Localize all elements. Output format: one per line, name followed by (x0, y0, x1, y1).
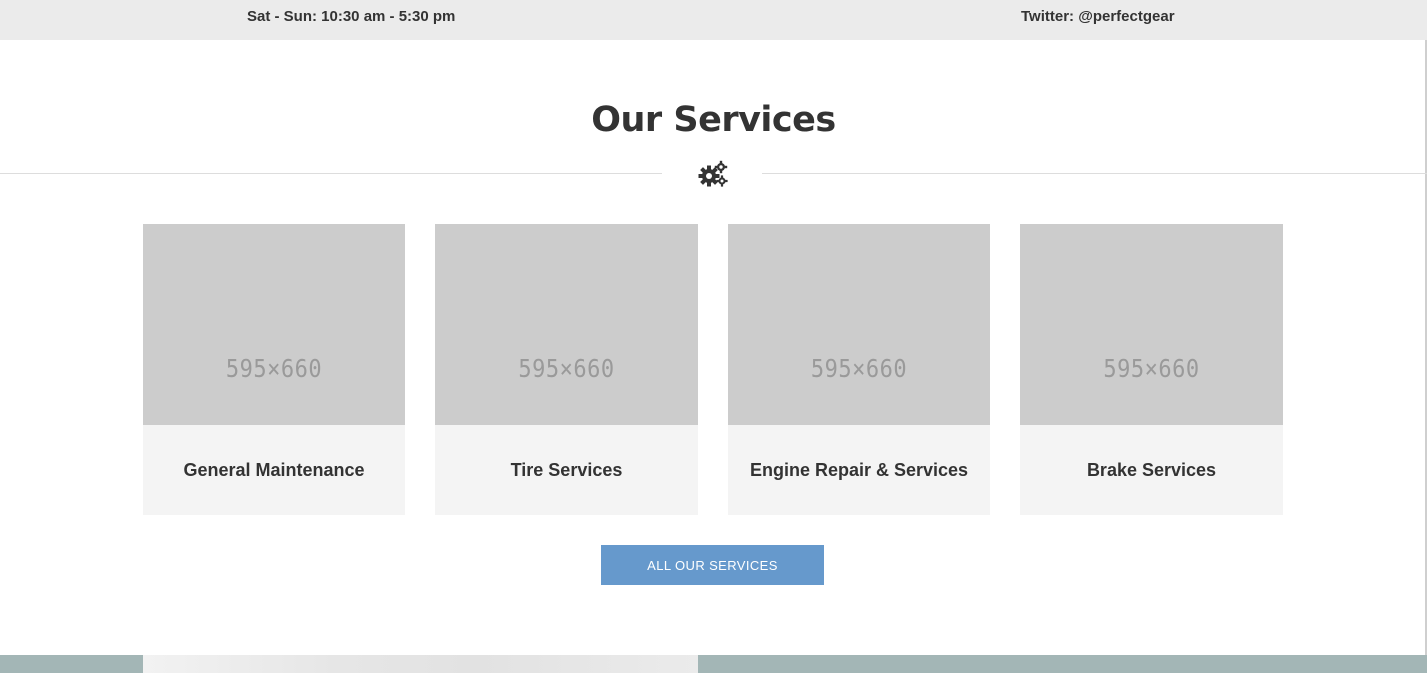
next-section-image (143, 655, 698, 673)
section-title: Our Services (591, 100, 836, 140)
all-services-button[interactable]: ALL OUR SERVICES (601, 545, 824, 585)
service-card-tire-services[interactable]: 595×660 Tire Services (435, 224, 698, 515)
service-title[interactable]: General Maintenance (143, 425, 405, 515)
service-title[interactable]: Brake Services (1020, 425, 1283, 515)
service-image-placeholder: 595×660 (435, 224, 698, 425)
service-card-brake-services[interactable]: 595×660 Brake Services (1020, 224, 1283, 515)
twitter-handle[interactable]: Twitter: @perfectgear (1021, 8, 1175, 25)
service-image-placeholder: 595×660 (143, 224, 405, 425)
service-card-general-maintenance[interactable]: 595×660 General Maintenance (143, 224, 405, 515)
divider-line-left (0, 173, 662, 174)
service-image-placeholder: 595×660 (1020, 224, 1283, 425)
service-title[interactable]: Engine Repair & Services (728, 425, 990, 515)
service-card-engine-repair[interactable]: 595×660 Engine Repair & Services (728, 224, 990, 515)
service-title[interactable]: Tire Services (435, 425, 698, 515)
contact-bar: Sat - Sun: 10:30 am - 5:30 pm Twitter: @… (0, 0, 1427, 40)
service-image-placeholder: 595×660 (728, 224, 990, 425)
divider-line-right (762, 173, 1427, 174)
gears-icon (698, 160, 728, 187)
weekend-hours: Sat - Sun: 10:30 am - 5:30 pm (247, 8, 456, 25)
